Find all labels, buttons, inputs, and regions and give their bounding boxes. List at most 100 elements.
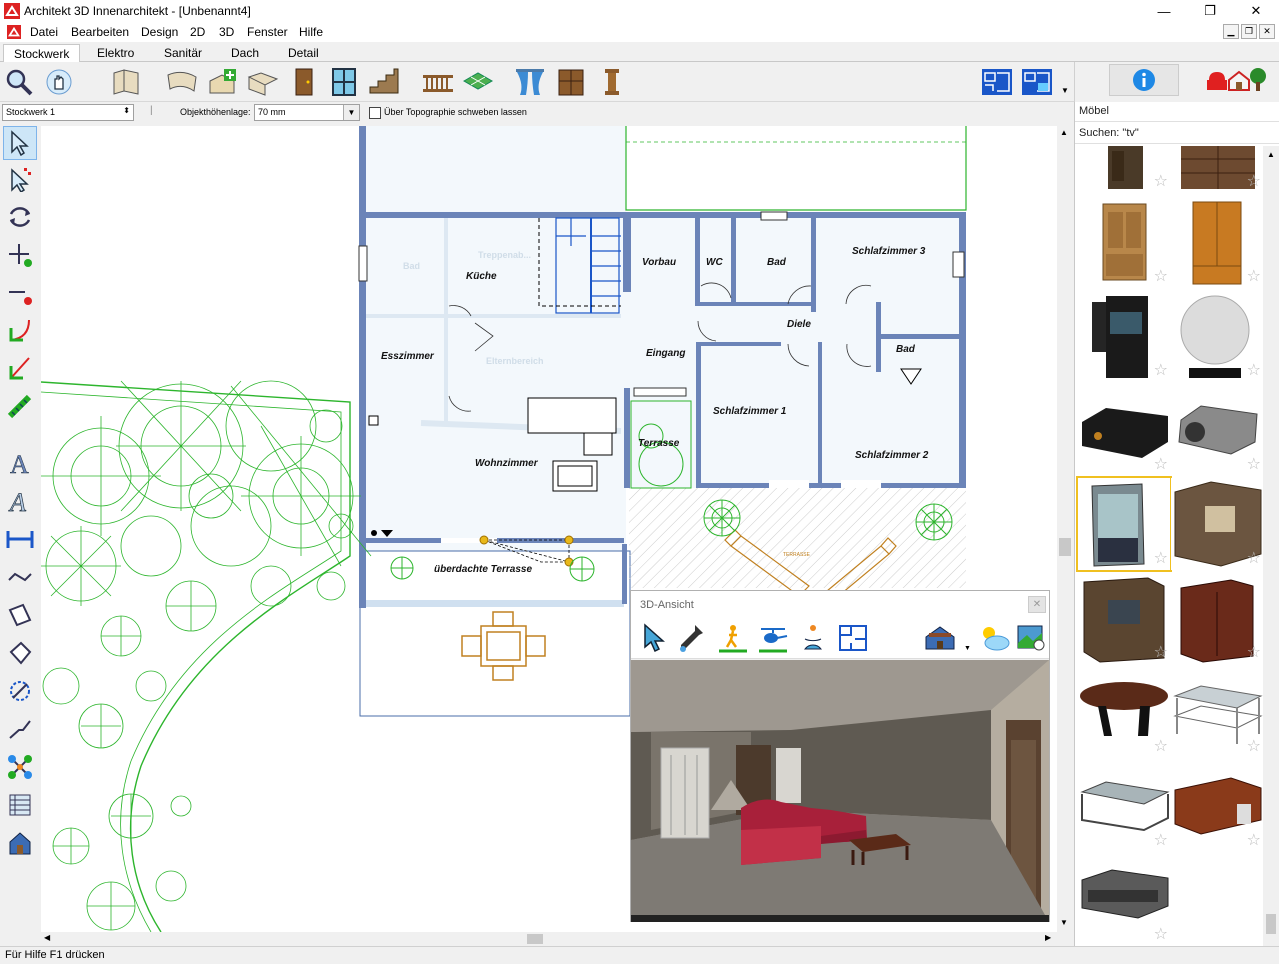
rect-tool-icon[interactable] — [3, 598, 37, 632]
favorite-star-icon[interactable]: ☆ — [1154, 548, 1168, 568]
zoom-icon[interactable] — [3, 66, 35, 98]
favorite-star-icon[interactable]: ☆ — [1154, 171, 1168, 191]
topography-checkbox[interactable] — [369, 107, 381, 119]
catalog-scroll-up-icon[interactable]: ▲ — [1267, 150, 1275, 159]
catalog-item-cabinet-dark[interactable]: ☆ — [1078, 146, 1170, 193]
group-tool-icon[interactable] — [3, 750, 37, 784]
favorite-star-icon[interactable]: ☆ — [1154, 924, 1168, 944]
floor-select[interactable]: Stockwerk 1 ⬍ — [2, 104, 134, 121]
window-tool-icon[interactable] — [328, 66, 360, 98]
circle-tool-icon[interactable] — [3, 674, 37, 708]
favorite-star-icon[interactable]: ☆ — [1154, 266, 1168, 286]
scroll-left-icon[interactable]: ◀ — [44, 933, 50, 942]
favorite-star-icon[interactable]: ☆ — [1247, 360, 1261, 380]
3d-walk-icon[interactable] — [717, 623, 749, 656]
3d-view-window[interactable]: 3D-Ansicht ✕ ▼ — [630, 590, 1050, 922]
tab-dach[interactable]: Dach — [221, 44, 269, 62]
text-icon[interactable]: A — [3, 446, 37, 480]
favorite-star-icon[interactable]: ☆ — [1247, 736, 1261, 756]
tab-detail[interactable]: Detail — [278, 44, 329, 62]
italic-text-icon[interactable]: A — [3, 484, 37, 518]
3d-weather-icon[interactable] — [977, 623, 1011, 656]
catalog-item-wall-unit[interactable]: ☆ — [1171, 478, 1263, 570]
hatch-icon[interactable] — [3, 390, 37, 424]
view-dropdown-arrow-icon[interactable]: ▼ — [1061, 86, 1069, 95]
3d-render-icon[interactable] — [1015, 623, 1047, 656]
favorite-star-icon[interactable]: ☆ — [1154, 642, 1168, 662]
catalog-item-cabinet-mahogany[interactable]: ☆ — [1171, 572, 1263, 664]
catalog-item-oval-table[interactable]: ☆ — [1078, 666, 1170, 758]
chamfer-icon[interactable] — [3, 352, 37, 386]
floor-pattern-icon[interactable] — [462, 66, 494, 98]
catalog-item-tv-cabinet-black[interactable]: ☆ — [1078, 290, 1170, 382]
3d-helicopter-icon[interactable] — [757, 623, 789, 656]
favorite-star-icon[interactable]: ☆ — [1247, 266, 1261, 286]
catalog-item-glass-coffee-table[interactable]: ☆ — [1078, 760, 1170, 852]
floorplan-3d-view-icon[interactable] — [1021, 66, 1053, 98]
floorplan-view-icon[interactable] — [981, 66, 1013, 98]
menu-fenster[interactable]: Fenster — [247, 25, 288, 39]
catalog-search[interactable]: Suchen: "tv" — [1075, 124, 1279, 144]
add-point-icon[interactable] — [3, 238, 37, 272]
line-tool-icon[interactable] — [3, 560, 37, 594]
vertical-scrollbar[interactable]: ▲ ▼ — [1057, 126, 1073, 932]
menu-2d[interactable]: 2D — [190, 25, 205, 39]
favorite-star-icon[interactable]: ☆ — [1247, 642, 1261, 662]
catalog-library-button[interactable] — [1195, 64, 1277, 96]
menu-hilfe[interactable]: Hilfe — [299, 25, 323, 39]
fillet-icon[interactable] — [3, 314, 37, 348]
favorite-star-icon[interactable]: ☆ — [1154, 736, 1168, 756]
house-3d-icon[interactable] — [3, 826, 37, 860]
layers-icon[interactable] — [3, 788, 37, 822]
tab-stockwerk[interactable]: Stockwerk — [3, 44, 81, 62]
tab-elektro[interactable]: Elektro — [87, 44, 144, 62]
remove-point-icon[interactable] — [3, 276, 37, 310]
select-points-icon[interactable] — [3, 162, 37, 196]
scroll-down-icon[interactable]: ▼ — [1060, 918, 1068, 927]
catalog-item-sideboard[interactable]: ☆ — [1171, 760, 1263, 852]
polyline-tool-icon[interactable] — [3, 712, 37, 746]
catalog-item-tv-stand[interactable]: ☆ — [1078, 572, 1170, 664]
mdi-close-button[interactable]: ✕ — [1259, 24, 1275, 39]
mdi-doc-icon[interactable] — [6, 25, 22, 39]
vertical-scroll-thumb[interactable] — [1059, 538, 1071, 556]
3d-eyedropper-icon[interactable] — [677, 623, 705, 656]
favorite-star-icon[interactable]: ☆ — [1247, 548, 1261, 568]
favorite-star-icon[interactable]: ☆ — [1154, 454, 1168, 474]
favorite-star-icon[interactable]: ☆ — [1247, 830, 1261, 850]
catalog-scroll-thumb[interactable] — [1266, 914, 1276, 934]
catalog-item-armoire-light[interactable]: ☆ — [1078, 196, 1170, 288]
3d-view-close-button[interactable]: ✕ — [1028, 596, 1046, 613]
mdi-restore-button[interactable]: ❐ — [1241, 24, 1257, 39]
pan-hand-icon[interactable] — [43, 66, 75, 98]
catalog-item-tv-bench[interactable]: ☆ — [1078, 854, 1170, 946]
height-dropdown-icon[interactable]: ▼ — [343, 105, 359, 120]
height-input[interactable]: 70 mm ▼ — [254, 104, 360, 121]
3d-house-dropdown-icon[interactable]: ▼ — [964, 645, 971, 652]
catalog-item-dresser[interactable]: ☆ — [1171, 146, 1263, 193]
catalog-scrollbar[interactable]: ▲ — [1263, 146, 1279, 946]
close-button[interactable]: ✕ — [1233, 0, 1279, 22]
minimize-button[interactable]: — — [1141, 0, 1187, 22]
catalog-item-round-mirror[interactable]: ☆ — [1171, 290, 1263, 382]
3d-floorplan-icon[interactable] — [837, 623, 869, 656]
tab-sanitaer[interactable]: Sanitär — [154, 44, 212, 62]
horizontal-scroll-thumb[interactable] — [527, 934, 543, 944]
horizontal-scrollbar[interactable]: ◀ ▶ — [41, 932, 1057, 946]
info-button[interactable] — [1109, 64, 1179, 96]
catalog-item-armoire-orange[interactable]: ☆ — [1171, 196, 1263, 288]
3d-render-viewport[interactable] — [631, 660, 1049, 922]
column-icon[interactable] — [596, 66, 628, 98]
catalog-item-receiver[interactable]: ☆ — [1078, 384, 1170, 476]
curved-wall-icon[interactable] — [166, 66, 198, 98]
cabinet-icon[interactable] — [555, 66, 587, 98]
menu-bearbeiten[interactable]: Bearbeiten — [71, 25, 129, 39]
scroll-right-icon[interactable]: ▶ — [1045, 933, 1051, 942]
catalog-item-glass-table[interactable]: ☆ — [1171, 666, 1263, 758]
favorite-star-icon[interactable]: ☆ — [1154, 830, 1168, 850]
floor-icon[interactable] — [247, 66, 279, 98]
3d-house-icon[interactable] — [923, 623, 957, 656]
catalog-item-projector[interactable]: ☆ — [1171, 384, 1263, 476]
door-icon[interactable] — [288, 66, 320, 98]
add-room-icon[interactable] — [206, 66, 238, 98]
